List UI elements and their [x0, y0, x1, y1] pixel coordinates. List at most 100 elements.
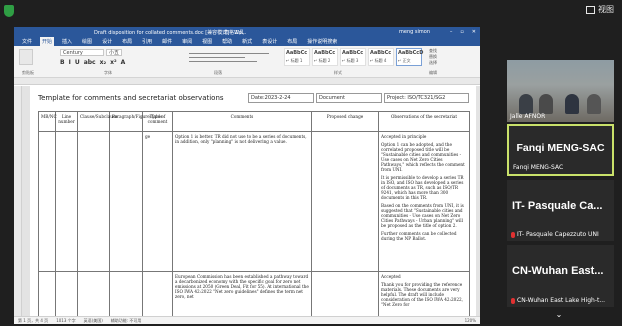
template-heading: Template for comments and secretariat ob…: [38, 94, 224, 102]
format-button[interactable]: I: [69, 59, 71, 66]
participant-name: Fanqi MENG-SAC: [513, 164, 563, 171]
person-figure: [519, 94, 533, 114]
ribbon-tab[interactable]: 帮助: [220, 37, 234, 46]
editing-group: 查找 替换 选择: [429, 48, 437, 66]
ribbon-tab[interactable]: 引用: [140, 37, 154, 46]
style-name: ↵ 标题 4: [370, 58, 387, 63]
participant-name: Jalle AFNOR: [510, 113, 546, 120]
table-cell[interactable]: Option 1 is better. TR did not use to be…: [172, 131, 312, 272]
participant-display-name: Fanqi MENG-SAC: [516, 142, 605, 154]
project-box: Project: ISO/TC321/SG2: [384, 93, 469, 103]
participant-display-name: CN-Wuhan East...: [512, 265, 604, 277]
ribbon-tab[interactable]: 插入: [60, 37, 74, 46]
security-shield-icon[interactable]: [4, 5, 14, 17]
ribbon-tab[interactable]: 布局: [120, 37, 134, 46]
table-tools-label: 表格工具: [224, 29, 245, 36]
ribbon-tab[interactable]: 布局: [285, 37, 299, 46]
ribbon: Century 小五 B I Uabc x₂ x² A AaBbCc ↵ 标题 1 AaBbC…: [14, 46, 480, 78]
ribbon-group-label: 字体: [104, 70, 112, 75]
word-count[interactable]: 1013 个字: [56, 318, 75, 324]
format-buttons: B I Uabc x₂ x² A: [60, 59, 125, 66]
ribbon-tab[interactable]: 审阅: [180, 37, 194, 46]
document-box: Document: [316, 93, 382, 103]
word-title-bar: Draft disposition for collated comments.…: [14, 27, 480, 37]
style-card[interactable]: AaBbCcD ↵ 正文: [396, 48, 424, 66]
paragraph-group: [189, 50, 269, 66]
language[interactable]: 英语(美国): [84, 318, 103, 324]
style-card[interactable]: AaBbCc ↵ 标题 3: [340, 48, 366, 66]
format-button[interactable]: B: [60, 59, 65, 66]
style-sample: AaBbCcD: [398, 50, 424, 56]
person-figure: [587, 94, 601, 114]
muted-mic-icon: [511, 297, 515, 304]
style-sample: AaBbCc: [286, 50, 308, 56]
ribbon-tab[interactable]: 文件: [20, 37, 34, 46]
ribbon-tab[interactable]: 设计: [100, 37, 114, 46]
style-name: ↵ 标题 3: [342, 58, 359, 63]
styles-gallery: AaBbCc ↵ 标题 1 AaBbCc ↵ 标题 2 AaBbCc ↵ 标题 3 AaBb…: [284, 48, 424, 66]
style-sample: AaBbCc: [342, 50, 364, 56]
style-card[interactable]: AaBbCc ↵ 标题 2: [312, 48, 338, 66]
table-cell[interactable]: [311, 131, 379, 272]
table-cell[interactable]: Accepted in principle Option 1 can be ado…: [378, 131, 470, 272]
person-figure: [565, 94, 579, 114]
style-card[interactable]: AaBbCc ↵ 标题 1: [284, 48, 310, 66]
ribbon-tab[interactable]: 开始: [40, 37, 55, 46]
observation-paragraph: Accepted in principle: [381, 134, 427, 139]
document-page[interactable]: Template for comments and secretariat ob…: [30, 86, 476, 324]
format-button[interactable]: x₂: [100, 59, 107, 66]
table-cell[interactable]: [109, 131, 143, 272]
column-header: Line number: [55, 111, 78, 132]
table-cell[interactable]: [55, 131, 78, 272]
ribbon-tab[interactable]: 邮件: [160, 37, 174, 46]
format-button[interactable]: x²: [110, 59, 117, 66]
column-header: Clause/Subclause: [77, 111, 118, 132]
chevron-down-icon[interactable]: ⌄: [552, 310, 566, 319]
window-controls: – ▫ ✕: [450, 29, 476, 35]
participant-display-name: IT- Pasquale Ca...: [512, 200, 603, 212]
paste-icon[interactable]: [19, 49, 33, 65]
participant-name-text: CN-Wuhan East Lake High-t...: [517, 297, 606, 304]
horizontal-ruler: [14, 78, 480, 85]
format-button[interactable]: U: [75, 59, 80, 66]
vertical-ruler: [14, 86, 22, 316]
style-name: ↵ 标题 2: [314, 58, 331, 63]
editing-command[interactable]: 选择: [429, 60, 437, 66]
ribbon-tab[interactable]: 视图: [200, 37, 214, 46]
minimize-icon[interactable]: –: [450, 29, 453, 35]
column-header: MB/NC: [38, 111, 57, 132]
observation-paragraph: Option 1 can be adopted, and the correla…: [381, 142, 465, 172]
table-cell[interactable]: ge: [142, 131, 173, 272]
participant-name-text: Fanqi MENG-SAC: [513, 164, 564, 171]
table-cell[interactable]: [77, 131, 110, 272]
table-header-row: MB/NC Line number Clause/Subclause Paragrap…: [38, 111, 470, 132]
page-count[interactable]: 第 1 页，共 4 页: [18, 318, 48, 324]
ribbon-tab[interactable]: 操作说明搜索: [305, 37, 339, 46]
accessibility[interactable]: 辅助功能: 不可用: [111, 318, 142, 324]
format-button[interactable]: A: [121, 59, 126, 66]
ribbon-tab[interactable]: 绘图: [80, 37, 94, 46]
table-cell[interactable]: [38, 131, 56, 272]
ribbon-tab[interactable]: 新式: [240, 37, 254, 46]
view-button[interactable]: 视图: [586, 4, 614, 15]
style-card[interactable]: AaBbCc ↵ 标题 4: [368, 48, 394, 66]
user-name[interactable]: meng simon: [399, 29, 430, 35]
style-name: ↵ 正文: [398, 58, 411, 63]
zoom-level[interactable]: 120%: [465, 318, 476, 323]
column-header: Comments: [172, 111, 312, 132]
ribbon-tab[interactable]: 表设计: [260, 37, 279, 46]
format-button[interactable]: abc: [84, 59, 96, 66]
participant-tile[interactable]: CN-Wuhan East... CN-Wuhan East Lake High…: [507, 245, 614, 307]
comments-table: MB/NC Line number Clause/Subclause Paragrap…: [38, 111, 470, 324]
participant-tile-speaking[interactable]: Fanqi MENG-SAC Fanqi MENG-SAC: [507, 124, 614, 176]
style-name: ↵ 标题 1: [286, 58, 303, 63]
font-name-field[interactable]: Century: [60, 49, 104, 56]
participant-video-tile[interactable]: Jalle AFNOR: [507, 60, 614, 122]
meeting-window: 视图 Draft disposition for collated commen…: [0, 0, 622, 326]
participant-tile[interactable]: IT- Pasquale Ca... IT- Pasquale Capezzut…: [507, 180, 614, 241]
ribbon-group-label: 段落: [214, 70, 222, 75]
font-size-field[interactable]: 小五: [106, 49, 122, 56]
close-icon[interactable]: ✕: [472, 29, 476, 35]
person-figure: [539, 94, 553, 114]
maximize-icon[interactable]: ▫: [460, 29, 463, 35]
